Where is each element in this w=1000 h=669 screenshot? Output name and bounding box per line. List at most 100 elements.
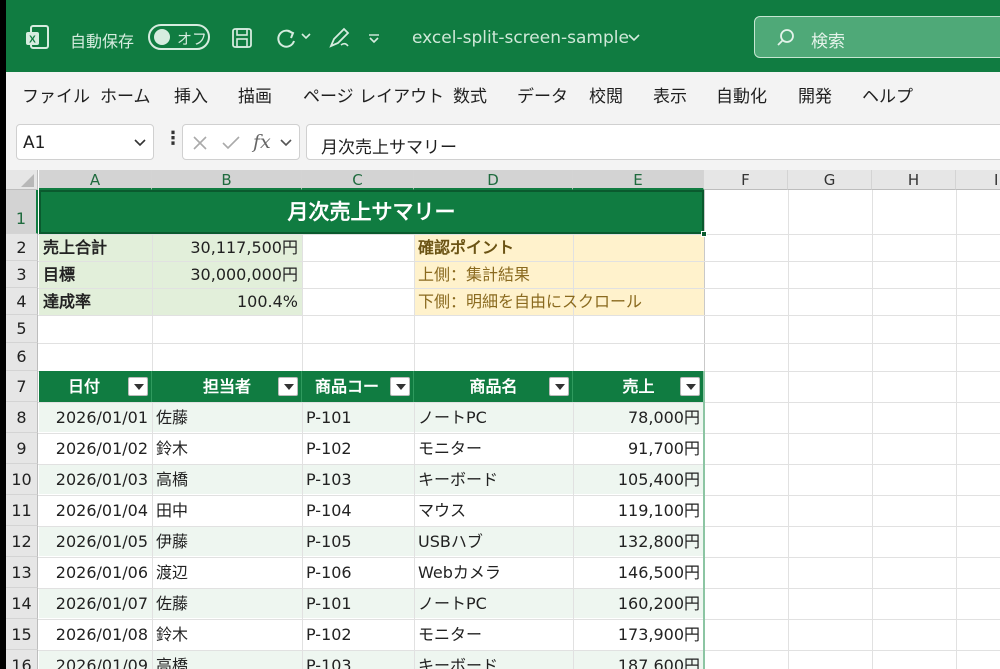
- date-cell[interactable]: 2026/01/05: [39, 526, 152, 557]
- product-cell[interactable]: ノートPC: [414, 402, 573, 433]
- worksheet-grid[interactable]: A B C D E F G H I 1 2 3 4 5 6 7 8 9 10 1…: [6, 170, 1000, 669]
- column-header-h[interactable]: H: [872, 170, 956, 190]
- sales-cell[interactable]: 173,900円: [573, 619, 704, 650]
- tab-insert[interactable]: 挿入: [174, 82, 208, 107]
- filter-dropdown-icon[interactable]: [549, 377, 569, 396]
- rep-cell[interactable]: 高橋: [152, 464, 302, 495]
- tab-developer[interactable]: 開発: [798, 82, 832, 107]
- filter-dropdown-icon[interactable]: [278, 377, 298, 396]
- select-all-corner[interactable]: [6, 170, 38, 190]
- product-cell[interactable]: ノートPC: [414, 588, 573, 619]
- column-header-f[interactable]: F: [704, 170, 788, 190]
- product-cell[interactable]: キーボード: [414, 464, 573, 495]
- note-heading[interactable]: 確認ポイント: [414, 234, 704, 261]
- date-cell[interactable]: 2026/01/08: [39, 619, 152, 650]
- name-box[interactable]: A1: [16, 124, 154, 160]
- product-cell[interactable]: モニター: [414, 619, 573, 650]
- column-header-e[interactable]: E: [573, 170, 704, 190]
- row-header-2[interactable]: 2: [6, 234, 38, 261]
- note-line[interactable]: 上側：集計結果: [414, 261, 704, 288]
- code-cell[interactable]: P-101: [302, 402, 414, 433]
- table-header-sales[interactable]: 売上: [573, 371, 704, 402]
- date-cell[interactable]: 2026/01/09: [39, 650, 152, 669]
- autosave-toggle[interactable]: オフ: [148, 24, 210, 50]
- tab-formulas[interactable]: 数式: [453, 82, 487, 107]
- date-cell[interactable]: 2026/01/04: [39, 495, 152, 526]
- code-cell[interactable]: P-103: [302, 464, 414, 495]
- filter-dropdown-icon[interactable]: [128, 377, 148, 396]
- sales-cell[interactable]: 119,100円: [573, 495, 704, 526]
- row-header-4[interactable]: 4: [6, 288, 38, 315]
- date-cell[interactable]: 2026/01/02: [39, 433, 152, 464]
- rep-cell[interactable]: 田中: [152, 495, 302, 526]
- tab-view[interactable]: 表示: [653, 82, 687, 107]
- redo-icon[interactable]: [274, 25, 300, 51]
- note-line[interactable]: 下側：明細を自由にスクロール: [414, 288, 704, 315]
- sales-cell[interactable]: 91,700円: [573, 433, 704, 464]
- row-header-8[interactable]: 8: [6, 402, 38, 433]
- rep-cell[interactable]: 伊藤: [152, 526, 302, 557]
- rep-cell[interactable]: 佐藤: [152, 402, 302, 433]
- column-header-d[interactable]: D: [414, 170, 573, 190]
- sales-cell[interactable]: 132,800円: [573, 526, 704, 557]
- rep-cell[interactable]: 鈴木: [152, 619, 302, 650]
- date-cell[interactable]: 2026/01/06: [39, 557, 152, 588]
- product-cell[interactable]: Webカメラ: [414, 557, 573, 588]
- tab-file[interactable]: ファイル: [22, 82, 90, 107]
- tab-draw[interactable]: 描画: [238, 82, 272, 107]
- table-header-product[interactable]: 商品名: [414, 371, 573, 402]
- row-header-11[interactable]: 11: [6, 495, 38, 526]
- sales-cell[interactable]: 146,500円: [573, 557, 704, 588]
- sales-cell[interactable]: 78,000円: [573, 402, 704, 433]
- chevron-down-icon[interactable]: [133, 136, 147, 150]
- rep-cell[interactable]: 鈴木: [152, 433, 302, 464]
- redo-dropdown-icon[interactable]: [301, 33, 311, 41]
- date-cell[interactable]: 2026/01/03: [39, 464, 152, 495]
- formula-input[interactable]: 月次売上サマリー: [306, 124, 1000, 160]
- filter-dropdown-icon[interactable]: [390, 377, 410, 396]
- code-cell[interactable]: P-104: [302, 495, 414, 526]
- column-header-g[interactable]: G: [788, 170, 872, 190]
- row-header-7[interactable]: 7: [6, 371, 38, 402]
- row-header-15[interactable]: 15: [6, 619, 38, 650]
- row-header-1[interactable]: 1: [6, 190, 38, 234]
- column-header-c[interactable]: C: [302, 170, 414, 190]
- tab-data[interactable]: データ: [517, 82, 568, 107]
- kpi-label[interactable]: 達成率: [39, 288, 152, 315]
- filter-dropdown-icon[interactable]: [680, 377, 700, 396]
- row-header-6[interactable]: 6: [6, 343, 38, 371]
- tab-review[interactable]: 校閲: [589, 82, 623, 107]
- column-header-i[interactable]: I: [956, 170, 1000, 190]
- row-header-10[interactable]: 10: [6, 464, 38, 495]
- rep-cell[interactable]: 佐藤: [152, 588, 302, 619]
- rep-cell[interactable]: 高橋: [152, 650, 302, 669]
- file-name[interactable]: excel-split-screen-sample: [412, 28, 629, 48]
- date-cell[interactable]: 2026/01/07: [39, 588, 152, 619]
- code-cell[interactable]: P-102: [302, 433, 414, 464]
- sales-cell[interactable]: 160,200円: [573, 588, 704, 619]
- chevron-down-icon[interactable]: [279, 137, 293, 149]
- code-cell[interactable]: P-103: [302, 650, 414, 669]
- row-header-3[interactable]: 3: [6, 261, 38, 288]
- enter-check-icon[interactable]: [221, 134, 241, 152]
- tab-page-layout[interactable]: ページ レイアウト: [303, 82, 444, 107]
- sales-cell[interactable]: 105,400円: [573, 464, 704, 495]
- title-cell-a1[interactable]: 月次売上サマリー: [39, 190, 704, 234]
- cancel-icon[interactable]: [191, 134, 209, 152]
- excel-logo-icon[interactable]: X: [24, 24, 50, 52]
- product-cell[interactable]: マウス: [414, 495, 573, 526]
- draw-pen-icon[interactable]: [326, 25, 352, 51]
- table-header-rep[interactable]: 担当者: [152, 371, 302, 402]
- row-header-16[interactable]: 16: [6, 650, 38, 669]
- kpi-value[interactable]: 30,000,000円: [152, 261, 302, 288]
- row-header-5[interactable]: 5: [6, 315, 38, 343]
- row-header-12[interactable]: 12: [6, 526, 38, 557]
- search-input[interactable]: 検索: [754, 16, 1000, 58]
- date-cell[interactable]: 2026/01/01: [39, 402, 152, 433]
- code-cell[interactable]: P-106: [302, 557, 414, 588]
- kpi-label[interactable]: 目標: [39, 261, 152, 288]
- save-icon[interactable]: [230, 26, 254, 50]
- column-header-a[interactable]: A: [39, 170, 152, 190]
- code-cell[interactable]: P-101: [302, 588, 414, 619]
- sales-cell[interactable]: 187,600円: [573, 650, 704, 669]
